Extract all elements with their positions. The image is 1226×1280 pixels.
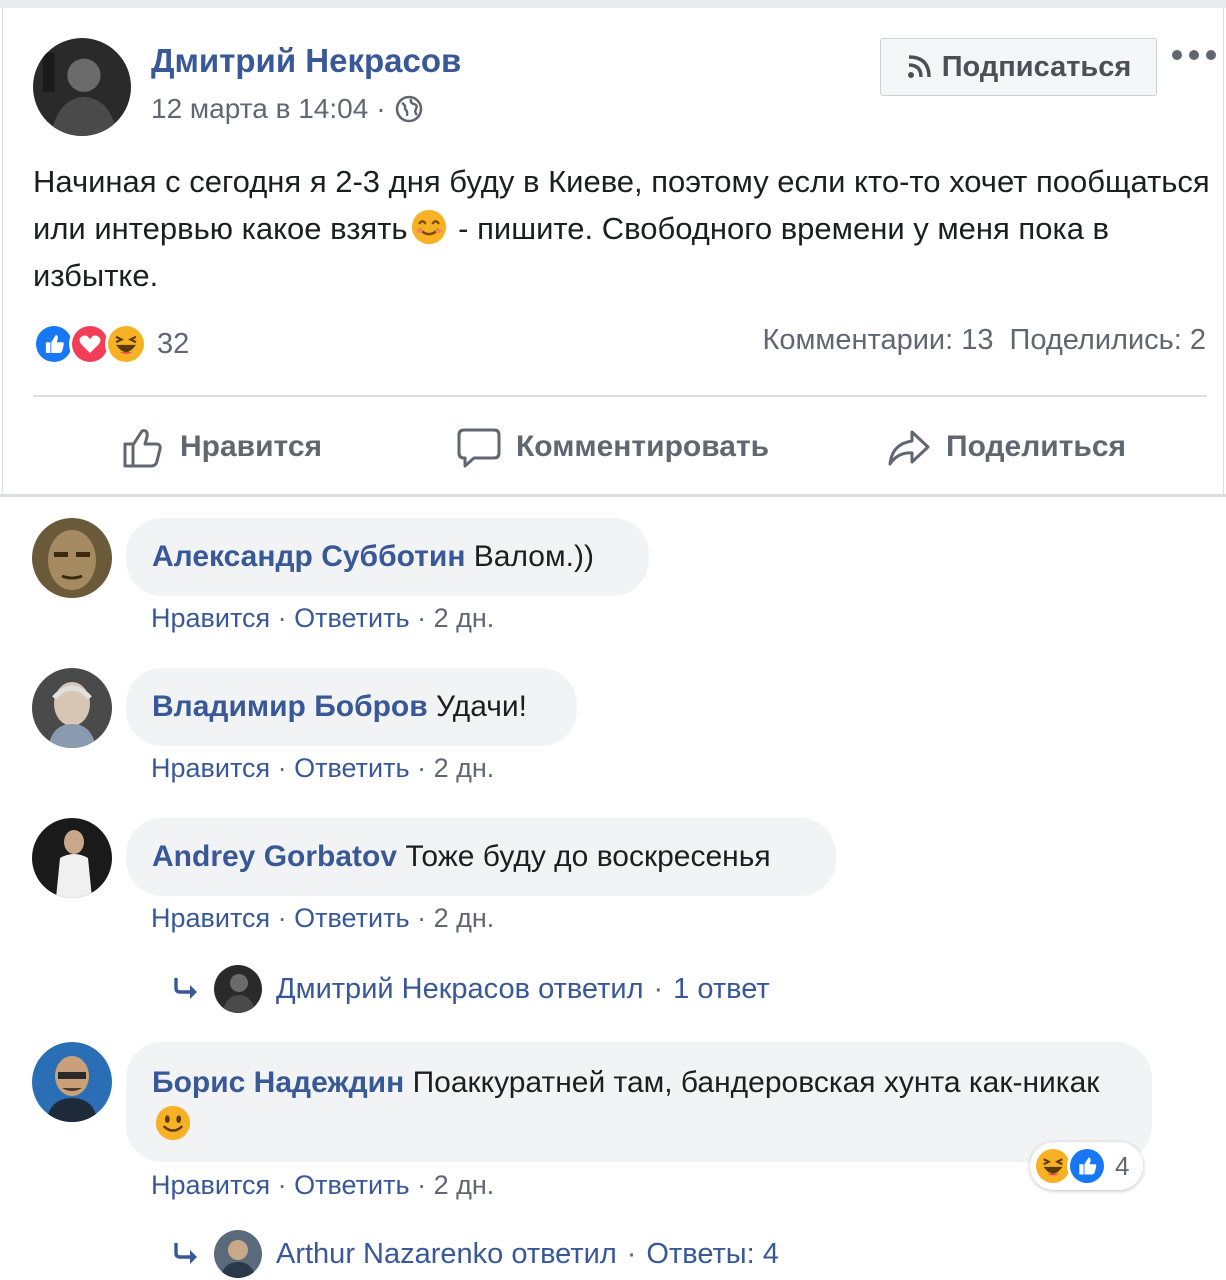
- comment-time[interactable]: 2 дн.: [434, 903, 495, 933]
- comment-time[interactable]: 2 дн.: [434, 603, 495, 633]
- comments-count-link[interactable]: Комментарии: 13: [762, 324, 993, 356]
- comment-reactions[interactable]: 4: [1030, 1142, 1144, 1190]
- commenter-avatar[interactable]: [32, 518, 112, 598]
- share-button[interactable]: Поделиться: [886, 420, 1126, 474]
- comment-meta: Нравится · Ответить · 2 дн.: [151, 903, 495, 933]
- comment-like-link[interactable]: Нравится: [151, 603, 270, 633]
- thumbs-up-icon: [123, 429, 162, 468]
- comment-time[interactable]: 2 дн.: [434, 1170, 495, 1200]
- share-label: Поделиться: [946, 430, 1127, 463]
- reply-count: 1 ответ: [673, 972, 770, 1005]
- comment-bubble: Владимир Бобров Удачи!: [126, 668, 577, 746]
- more-options-icon[interactable]: [1172, 40, 1216, 70]
- top-strip: [0, 0, 1226, 8]
- comment-text: Тоже буду до воскресенья: [397, 840, 771, 873]
- globe-icon[interactable]: [394, 94, 424, 124]
- reactions-count: 32: [157, 327, 190, 360]
- comment-reactions-count: 4: [1115, 1150, 1130, 1181]
- like-label: Нравится: [180, 430, 323, 463]
- view-replies-link[interactable]: Дмитрий Некрасов ответил · 1 ответ: [172, 965, 770, 1013]
- reply-author-text: Дмитрий Некрасов ответил: [276, 972, 644, 1005]
- actions-divider: [33, 395, 1207, 397]
- comment-bubble: Александр Субботин Валом.)): [126, 518, 649, 596]
- reply-avatar: [214, 1230, 262, 1278]
- smiling-emoji-icon: [411, 209, 446, 245]
- post-reactions[interactable]: 32: [33, 322, 189, 366]
- comment-reply-link[interactable]: Ответить: [294, 753, 409, 783]
- comment-button[interactable]: Комментировать: [456, 420, 769, 474]
- follow-label: Подписаться: [941, 50, 1132, 83]
- comment-text: Удачи!: [427, 690, 528, 723]
- post-counts: Комментарии: 13 Поделились: 2: [762, 324, 1206, 357]
- comment-bubble: Andrey Gorbatov Тоже буду до воскресенья: [126, 818, 836, 896]
- reply-arrow-icon: [174, 1243, 197, 1264]
- reply-arrow-icon: [174, 978, 197, 999]
- comment-author[interactable]: Владимир Бобров: [152, 690, 428, 723]
- share-arrow-icon: [888, 430, 930, 466]
- follow-button[interactable]: Подписаться: [880, 38, 1157, 96]
- reply-avatar: [214, 965, 262, 1013]
- comment-like-link[interactable]: Нравится: [151, 1170, 270, 1200]
- comment-like-link[interactable]: Нравится: [151, 753, 270, 783]
- like-button[interactable]: Нравится: [120, 420, 322, 474]
- reply-author-text: Arthur Nazarenko ответил: [276, 1237, 617, 1270]
- comment-reply-link[interactable]: Ответить: [294, 903, 409, 933]
- commenter-avatar[interactable]: [32, 668, 112, 748]
- comment-meta: Нравится · Ответить · 2 дн.: [151, 753, 495, 783]
- post-author-name[interactable]: Дмитрий Некрасов: [151, 42, 461, 80]
- comment-like-link[interactable]: Нравится: [151, 903, 270, 933]
- slight-smile-emoji-icon: [155, 1105, 191, 1141]
- comment-text: Поаккуратней там, бандеровская хунта как…: [404, 1066, 1100, 1099]
- commenter-avatar[interactable]: [32, 818, 112, 898]
- comment-reply-link[interactable]: Ответить: [294, 1170, 409, 1200]
- comment-author[interactable]: Борис Надеждин: [152, 1066, 404, 1099]
- rss-icon: [907, 55, 931, 78]
- commenter-avatar[interactable]: [32, 1042, 112, 1122]
- author-avatar[interactable]: [33, 38, 131, 136]
- comment-bubble: Борис Надеждин Поаккуратней там, бандеро…: [126, 1042, 1152, 1162]
- view-replies-link[interactable]: Arthur Nazarenko ответил · Ответы: 4: [172, 1230, 779, 1278]
- comment-meta: Нравится · Ответить · 2 дн.: [151, 603, 495, 633]
- reply-count: Ответы: 4: [646, 1237, 779, 1270]
- comment-meta: Нравится · Ответить · 2 дн.: [151, 1170, 495, 1200]
- card-divider: [0, 494, 1226, 497]
- comment-author[interactable]: Andrey Gorbatov: [152, 840, 397, 873]
- shares-count-link[interactable]: Поделились: 2: [1009, 324, 1206, 356]
- comment-label: Комментировать: [516, 430, 770, 463]
- comment-bubble-icon: [457, 428, 501, 468]
- haha-reaction-icon: [105, 323, 147, 365]
- like-reaction-icon: [1067, 1146, 1107, 1186]
- comment-time[interactable]: 2 дн.: [434, 753, 495, 783]
- post-date[interactable]: 12 марта в 14:04: [151, 93, 368, 125]
- comment-reply-link[interactable]: Ответить: [294, 603, 409, 633]
- meta-separator: ·: [376, 93, 386, 124]
- comment-text: Валом.)): [465, 540, 594, 573]
- post-meta: 12 марта в 14:04 ·: [151, 93, 424, 125]
- post-text: Начиная с сегодня я 2-3 дня буду в Киеве…: [33, 164, 1210, 293]
- comment-author[interactable]: Александр Субботин: [152, 540, 465, 573]
